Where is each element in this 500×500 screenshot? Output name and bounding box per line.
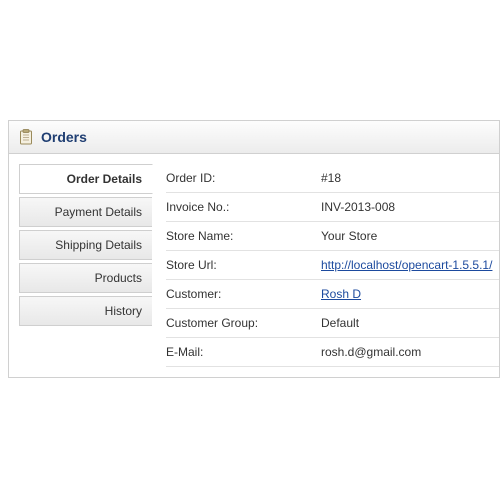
value-email: rosh.d@gmail.com xyxy=(321,345,421,359)
value-order-id: #18 xyxy=(321,171,341,185)
panel-header: Orders xyxy=(9,121,499,154)
row-store-name: Store Name: Your Store xyxy=(166,222,499,251)
link-customer[interactable]: Rosh D xyxy=(321,287,361,301)
label-customer: Customer: xyxy=(166,287,321,301)
tab-shipping-details[interactable]: Shipping Details xyxy=(19,230,152,260)
clipboard-icon xyxy=(19,129,33,145)
tabs-sidebar: Order Details Payment Details Shipping D… xyxy=(19,164,152,367)
value-store-name: Your Store xyxy=(321,229,377,243)
row-customer: Customer: Rosh D xyxy=(166,280,499,309)
value-customer-group: Default xyxy=(321,316,359,330)
label-customer-group: Customer Group: xyxy=(166,316,321,330)
details-table: Order ID: #18 Invoice No.: INV-2013-008 … xyxy=(166,164,499,367)
value-invoice-no: INV-2013-008 xyxy=(321,200,395,214)
row-customer-group: Customer Group: Default xyxy=(166,309,499,338)
tab-history[interactable]: History xyxy=(19,296,152,326)
orders-panel: Orders Order Details Payment Details Shi… xyxy=(8,120,500,378)
link-store-url[interactable]: http://localhost/opencart-1.5.5.1/ xyxy=(321,258,492,272)
row-email: E-Mail: rosh.d@gmail.com xyxy=(166,338,499,367)
page-title: Orders xyxy=(41,129,87,145)
page-wrapper: Orders Order Details Payment Details Shi… xyxy=(0,0,500,378)
label-store-name: Store Name: xyxy=(166,229,321,243)
tab-order-details[interactable]: Order Details xyxy=(19,164,153,194)
label-order-id: Order ID: xyxy=(166,171,321,185)
label-invoice-no: Invoice No.: xyxy=(166,200,321,214)
row-order-id: Order ID: #18 xyxy=(166,164,499,193)
label-store-url: Store Url: xyxy=(166,258,321,272)
row-invoice-no: Invoice No.: INV-2013-008 xyxy=(166,193,499,222)
tab-payment-details[interactable]: Payment Details xyxy=(19,197,152,227)
panel-body: Order Details Payment Details Shipping D… xyxy=(9,154,499,377)
tab-products[interactable]: Products xyxy=(19,263,152,293)
row-store-url: Store Url: http://localhost/opencart-1.5… xyxy=(166,251,499,280)
label-email: E-Mail: xyxy=(166,345,321,359)
